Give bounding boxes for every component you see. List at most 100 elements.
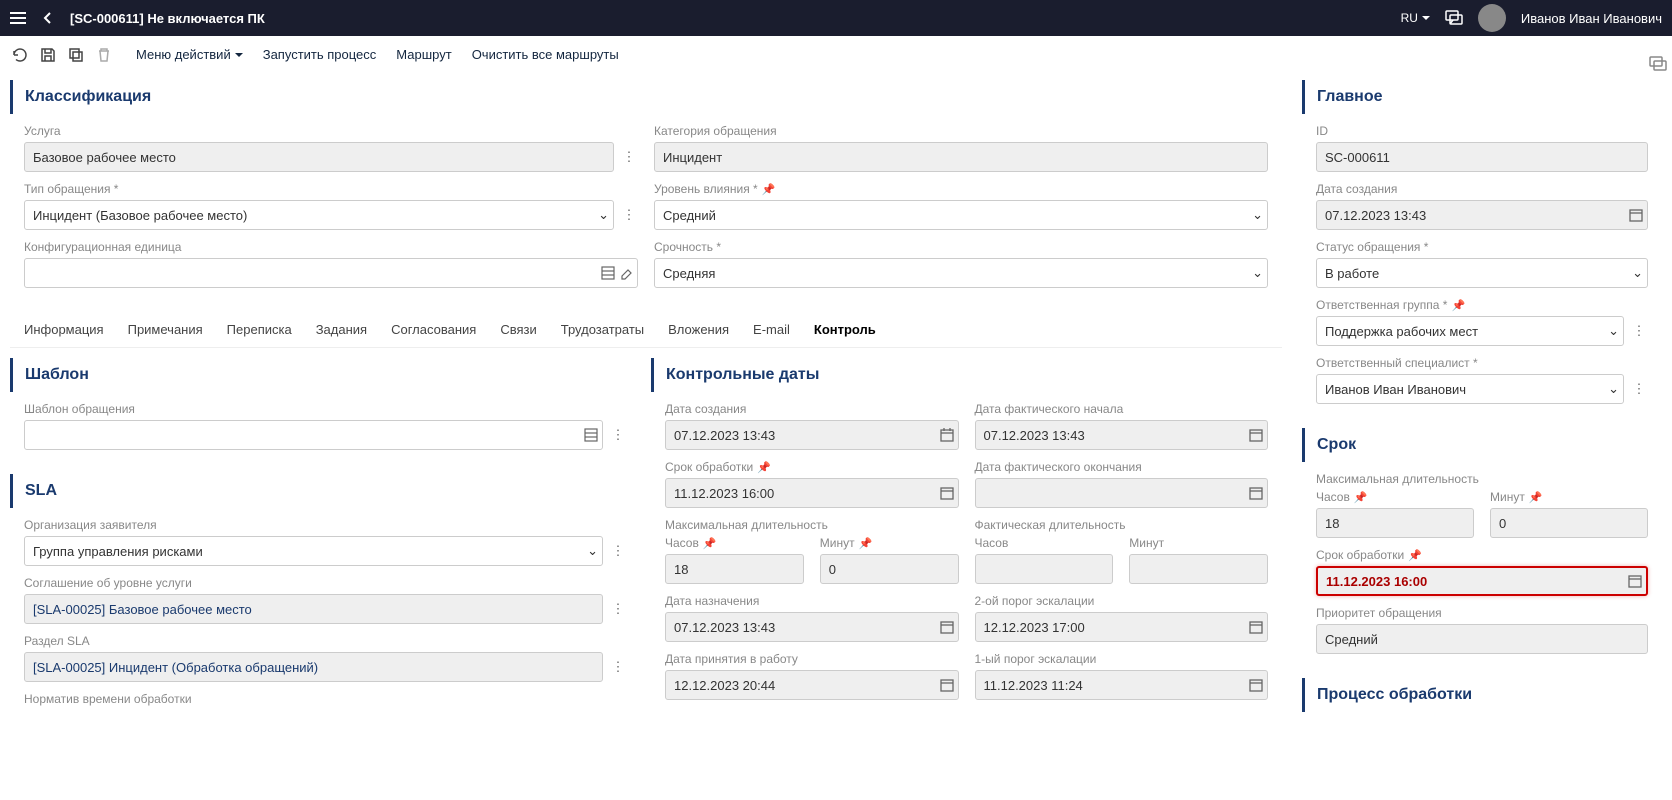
assigned-label: Дата назначения — [665, 594, 959, 608]
calendar-icon[interactable] — [1629, 208, 1643, 222]
deadline-hours-input: 18 — [1316, 508, 1474, 538]
tab-email[interactable]: E-mail — [753, 322, 790, 347]
sla-section-input: [SLA-00025] Инцидент (Обработка обращени… — [24, 652, 603, 682]
list-icon[interactable] — [584, 428, 598, 442]
calendar-icon[interactable] — [1249, 486, 1263, 500]
status-label: Статус обращения * — [1316, 240, 1648, 254]
hours-input: 18 — [665, 554, 804, 584]
specialist-select[interactable]: Иванов Иван Иванович⌄ — [1316, 374, 1624, 404]
delete-icon[interactable] — [94, 45, 114, 65]
route-action[interactable]: Маршрут — [396, 47, 451, 62]
actions-menu[interactable]: Меню действий — [136, 47, 243, 62]
main-title: Главное — [1302, 80, 1662, 114]
more-icon[interactable]: ⋮ — [609, 542, 627, 560]
main-created-label: Дата создания — [1316, 182, 1648, 196]
avatar[interactable] — [1478, 4, 1506, 32]
group-label: Ответственная группа *📌 — [1316, 298, 1648, 312]
tab-tasks[interactable]: Задания — [316, 322, 367, 347]
tab-notes[interactable]: Примечания — [128, 322, 203, 347]
calendar-icon[interactable] — [1249, 678, 1263, 692]
pin-icon: 📌 — [1408, 549, 1422, 562]
tab-attachments[interactable]: Вложения — [668, 322, 729, 347]
impact-select[interactable]: Средний⌄ — [654, 200, 1268, 230]
service-input: Базовое рабочее место — [24, 142, 614, 172]
tab-links[interactable]: Связи — [500, 322, 536, 347]
created-input: 07.12.2023 13:43 — [665, 420, 959, 450]
more-icon[interactable]: ⋮ — [620, 206, 638, 224]
refresh-icon[interactable] — [10, 45, 30, 65]
tab-info[interactable]: Информация — [24, 322, 104, 347]
group-select[interactable]: Поддержка рабочих мест⌄ — [1316, 316, 1624, 346]
request-type-select[interactable]: Инцидент (Базовое рабочее место)⌄ — [24, 200, 614, 230]
request-type-label: Тип обращения * — [24, 182, 638, 196]
save-icon[interactable] — [38, 45, 58, 65]
escalation2-input: 12.12.2023 17:00 — [975, 612, 1269, 642]
pin-icon: 📌 — [762, 183, 776, 196]
actual-end-label: Дата фактического окончания — [975, 460, 1269, 474]
sla-org-select[interactable]: Группа управления рисками⌄ — [24, 536, 603, 566]
toolbar: Меню действий Запустить процесс Маршрут … — [0, 36, 1672, 74]
id-input: SC-000611 — [1316, 142, 1648, 172]
calendar-icon[interactable] — [940, 486, 954, 500]
calendar-icon[interactable] — [1249, 620, 1263, 634]
sla-agreement-label: Соглашение об уровне услуги — [24, 576, 627, 590]
escalation1-input: 11.12.2023 11:24 — [975, 670, 1269, 700]
page-title: [SC-000611] Не включается ПК — [70, 11, 265, 26]
back-icon[interactable] — [42, 12, 54, 24]
menu-icon[interactable] — [10, 10, 26, 26]
control-dates-panel: Контрольные даты Дата создания 07.12.202… — [651, 358, 1282, 720]
deadline-due-input: 11.12.2023 16:00 — [1316, 566, 1648, 596]
deadline-minutes-label: Минут📌 — [1490, 490, 1648, 504]
tabs-panel: Информация Примечания Переписка Задания … — [10, 312, 1282, 348]
clear-routes-action[interactable]: Очистить все маршруты — [472, 47, 619, 62]
sla-title: SLA — [10, 474, 641, 508]
hours-label: Часов📌 — [665, 536, 804, 550]
more-icon[interactable]: ⋮ — [620, 148, 638, 166]
calendar-icon[interactable] — [940, 678, 954, 692]
tab-control[interactable]: Контроль — [814, 322, 876, 347]
more-icon[interactable]: ⋮ — [609, 658, 627, 676]
more-icon[interactable]: ⋮ — [1630, 322, 1648, 340]
status-select[interactable]: В работе⌄ — [1316, 258, 1648, 288]
copy-icon[interactable] — [66, 45, 86, 65]
more-icon[interactable]: ⋮ — [1630, 380, 1648, 398]
chevron-down-icon: ⌄ — [598, 207, 609, 223]
chevron-down-icon: ⌄ — [1252, 207, 1263, 223]
erase-icon[interactable] — [619, 266, 633, 280]
calendar-icon[interactable] — [1249, 428, 1263, 442]
priority-label: Приоритет обращения — [1316, 606, 1648, 620]
priority-input: Средний — [1316, 624, 1648, 654]
minutes-label: Минут📌 — [820, 536, 959, 550]
list-icon[interactable] — [601, 266, 615, 280]
tab-correspondence[interactable]: Переписка — [227, 322, 292, 347]
chat-icon[interactable] — [1445, 9, 1463, 27]
start-process-action[interactable]: Запустить процесс — [263, 47, 377, 62]
actual-end-input — [975, 478, 1269, 508]
main-panel: Главное ID SC-000611 Дата создания 07.12… — [1302, 80, 1662, 418]
actual-duration-label: Фактическая длительность — [975, 518, 1269, 532]
chat-tab-icon[interactable] — [1644, 50, 1672, 78]
sla-panel: SLA Организация заявителя Группа управле… — [10, 474, 641, 720]
sla-norm-label: Норматив времени обработки — [24, 692, 627, 706]
pin-icon: 📌 — [703, 537, 717, 550]
impact-label: Уровень влияния *📌 — [654, 182, 1268, 196]
template-input[interactable] — [24, 420, 603, 450]
act-hours-label: Часов — [975, 536, 1114, 550]
more-icon[interactable]: ⋮ — [609, 426, 627, 444]
ci-input[interactable] — [24, 258, 638, 288]
calendar-icon[interactable] — [940, 428, 954, 442]
tab-approvals[interactable]: Согласования — [391, 322, 476, 347]
template-title: Шаблон — [10, 358, 641, 392]
calendar-icon[interactable] — [1628, 574, 1642, 588]
id-label: ID — [1316, 124, 1648, 138]
tab-time[interactable]: Трудозатраты — [561, 322, 644, 347]
deadline-title: Срок — [1302, 428, 1662, 462]
urgency-select[interactable]: Средняя⌄ — [654, 258, 1268, 288]
main-created-input: 07.12.2023 13:43 — [1316, 200, 1648, 230]
calendar-icon[interactable] — [940, 620, 954, 634]
language-selector[interactable]: RU — [1401, 11, 1430, 25]
category-input: Инцидент — [654, 142, 1268, 172]
more-icon[interactable]: ⋮ — [609, 600, 627, 618]
user-name: Иванов Иван Иванович — [1521, 11, 1662, 26]
chevron-down-icon: ⌄ — [1608, 381, 1619, 397]
